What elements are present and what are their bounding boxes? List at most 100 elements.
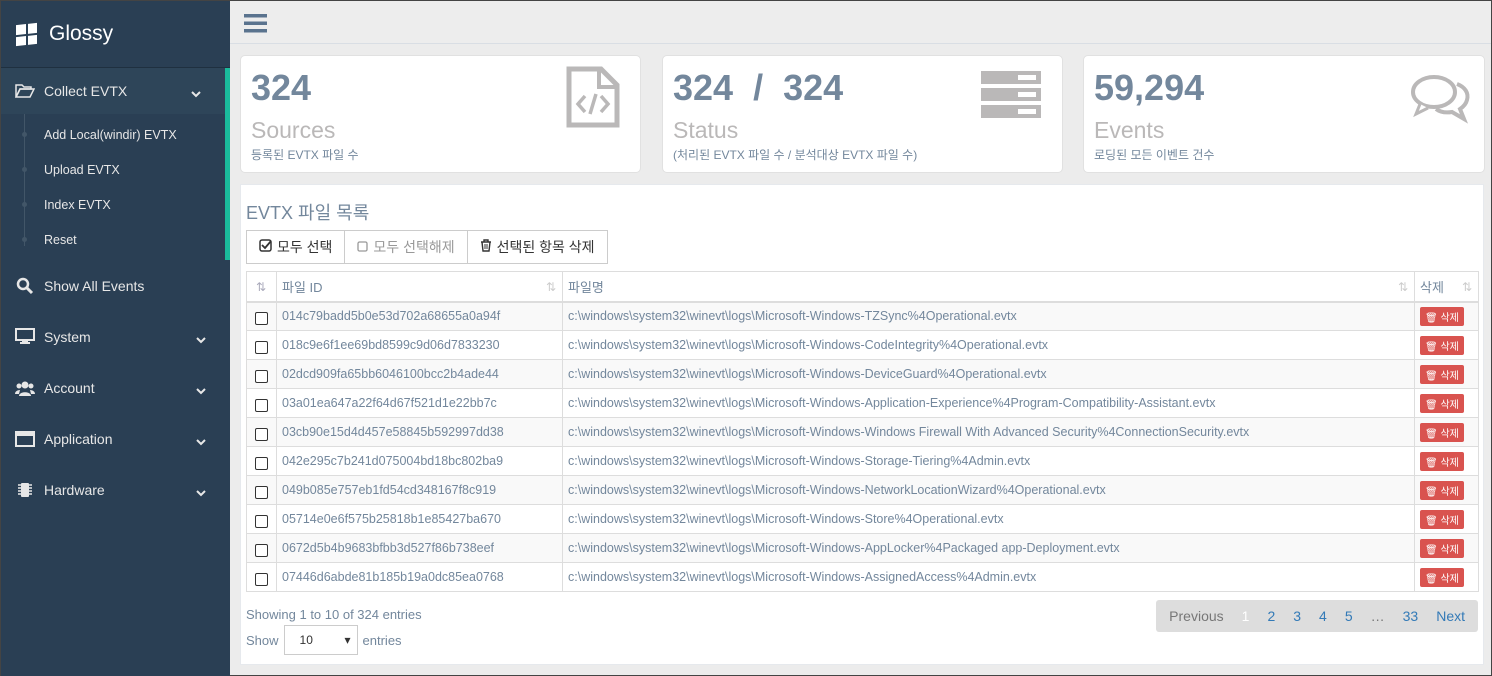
row-delete-button[interactable]: 🗑︎ 삭제 [1420, 451, 1464, 471]
panel-title: EVTX 파일 목록 [246, 203, 370, 223]
row-delete-button[interactable]: 🗑︎ 삭제 [1420, 306, 1464, 326]
column-file-id[interactable]: 파일 ID ⇅ [276, 271, 563, 303]
row-delete-button[interactable]: 🗑︎ 삭제 [1420, 567, 1464, 587]
sidebar-item-system[interactable]: System [1, 311, 230, 362]
sort-icon: ⇅ [545, 280, 556, 294]
row-checkbox[interactable] [255, 485, 268, 499]
file-code-icon [566, 66, 620, 133]
row-checkbox[interactable] [255, 456, 268, 470]
chevron-down-icon [191, 86, 201, 102]
table-row: 07446d6abde81b185b19a0dc85ea0768 c:\windo… [246, 562, 1479, 592]
windows-logo-icon [16, 22, 37, 46]
row-checkbox-cell [246, 475, 277, 505]
delete-cell: 🗑︎ 삭제 [1414, 417, 1479, 447]
sidebar-item-label: Application [44, 430, 113, 447]
sidebar-item-hardware[interactable]: Hardware [1, 464, 230, 515]
row-checkbox[interactable] [255, 340, 268, 354]
tile-description: 로딩된 모든 이벤트 건수 [1094, 148, 1215, 162]
delete-cell: 🗑︎ 삭제 [1414, 301, 1479, 331]
page-button-33[interactable]: 33 [1394, 608, 1428, 624]
users-icon [15, 379, 35, 397]
column-select-sort[interactable]: ⇅ [246, 271, 277, 303]
row-delete-button[interactable]: 🗑︎ 삭제 [1420, 480, 1464, 500]
sub-item-upload[interactable]: Upload EVTX [1, 152, 225, 187]
page-button-3[interactable]: 3 [1284, 608, 1310, 624]
collect-submenu: Add Local(windir) EVTX Upload EVTX Index… [1, 114, 230, 260]
entries-label: entries [362, 632, 402, 648]
evtx-file-panel: EVTX 파일 목록 모두 선택 모두 선택해제 선택된 항목 삭제 ⇅ 파일 … [240, 184, 1484, 665]
row-checkbox[interactable] [255, 572, 268, 586]
file-id-cell: 03cb90e15d4d457e58845b592997dd38 [276, 417, 563, 447]
square-icon [357, 239, 369, 255]
row-delete-button[interactable]: 🗑︎ 삭제 [1420, 509, 1464, 529]
sidebar-item-show-all-events[interactable]: Show All Events [1, 260, 230, 311]
trash-icon: 🗑︎ [1425, 399, 1438, 411]
chevron-down-icon [196, 383, 206, 399]
pagination-ellipsis: … [1370, 608, 1385, 624]
row-checkbox[interactable] [255, 427, 268, 441]
file-name-cell: c:\windows\system32\winevt\logs\Microsof… [562, 446, 1415, 476]
table-info: Showing 1 to 10 of 324 entries [246, 607, 422, 622]
trash-icon: 🗑︎ [1425, 341, 1438, 353]
page-button-2[interactable]: 2 [1258, 608, 1284, 624]
row-delete-button[interactable]: 🗑︎ 삭제 [1420, 335, 1464, 355]
chevron-down-icon [196, 332, 206, 348]
select-all-button[interactable]: 모두 선택 [246, 230, 346, 264]
trash-icon [480, 239, 492, 255]
sort-icon: ⇅ [256, 280, 267, 294]
row-checkbox-cell [246, 301, 277, 331]
sidebar-item-collect-evtx[interactable]: Collect EVTX [1, 68, 230, 114]
row-checkbox[interactable] [255, 543, 268, 557]
row-checkbox[interactable] [255, 369, 268, 383]
page-size-select[interactable]: 10 [283, 625, 358, 655]
sub-item-reset[interactable]: Reset [1, 222, 225, 257]
row-delete-button[interactable]: 🗑︎ 삭제 [1420, 422, 1464, 442]
tile-description: (처리된 EVTX 파일 수 / 분석대상 EVTX 파일 수) [673, 148, 918, 162]
table-row: 03a01ea647a22f64d67f521d1e22bb7c c:\windo… [246, 388, 1479, 418]
sub-item-add-local[interactable]: Add Local(windir) EVTX [1, 117, 225, 152]
delete-selected-button[interactable]: 선택된 항목 삭제 [466, 230, 608, 264]
row-checkbox[interactable] [255, 311, 268, 325]
file-id-cell: 014c79badd5b0e53d702a68655a0a94f [276, 301, 563, 331]
file-name-cell: c:\windows\system32\winevt\logs\Microsof… [562, 562, 1415, 592]
delete-cell: 🗑︎ 삭제 [1414, 330, 1479, 360]
file-id-cell: 049b085e757eb1fd54cd348167f8c919 [276, 475, 563, 505]
column-file-name[interactable]: 파일명 ⇅ [562, 271, 1415, 303]
menu-toggle-icon[interactable] [244, 14, 267, 37]
next-page-button[interactable]: Next [1427, 608, 1474, 624]
main-content: 324 Sources 등록된 EVTX 파일 수 324 / 324 Stat… [230, 1, 1491, 675]
tile-events: 59,294 Events 로딩된 모든 이벤트 건수 [1083, 55, 1485, 173]
sort-icon: ⇅ [1461, 280, 1472, 294]
brand[interactable]: Glossy [1, 1, 230, 68]
row-checkbox[interactable] [255, 398, 268, 412]
row-delete-button[interactable]: 🗑︎ 삭제 [1420, 538, 1464, 558]
table-row: 014c79badd5b0e53d702a68655a0a94f c:\windo… [246, 301, 1479, 331]
delete-cell: 🗑︎ 삭제 [1414, 533, 1479, 563]
sub-item-index[interactable]: Index EVTX [1, 187, 225, 222]
row-checkbox[interactable] [255, 514, 268, 528]
row-delete-button[interactable]: 🗑︎ 삭제 [1420, 393, 1464, 413]
row-checkbox-cell [246, 504, 277, 534]
page-button-1[interactable]: 1 [1233, 608, 1259, 624]
sidebar-item-application[interactable]: Application [1, 413, 230, 464]
page-button-4[interactable]: 4 [1310, 608, 1336, 624]
deselect-all-button[interactable]: 모두 선택해제 [344, 230, 468, 264]
delete-cell: 🗑︎ 삭제 [1414, 359, 1479, 389]
file-id-cell: 018c9e6f1ee69bd8599c9d06d7833230 [276, 330, 563, 360]
server-icon [980, 70, 1042, 125]
delete-selected-label: 선택된 항목 삭제 [496, 239, 595, 255]
page-button-5[interactable]: 5 [1336, 608, 1362, 624]
page-size-control: Show 10 entries [246, 625, 402, 655]
file-name-cell: c:\windows\system32\winevt\logs\Microsof… [562, 301, 1415, 331]
sidebar-item-account[interactable]: Account [1, 362, 230, 413]
folder-open-icon [15, 82, 35, 100]
file-id-cell: 02dcd909fa65bb6046100bcc2b4ade44 [276, 359, 563, 389]
previous-page-button[interactable]: Previous [1160, 608, 1232, 624]
row-checkbox-cell [246, 388, 277, 418]
chip-icon [15, 481, 35, 499]
deselect-all-label: 모두 선택해제 [373, 239, 455, 255]
column-delete[interactable]: 삭제 ⇅ [1414, 271, 1479, 303]
brand-name: Glossy [49, 22, 114, 45]
row-delete-button[interactable]: 🗑︎ 삭제 [1420, 364, 1464, 384]
trash-icon: 🗑︎ [1425, 515, 1438, 527]
